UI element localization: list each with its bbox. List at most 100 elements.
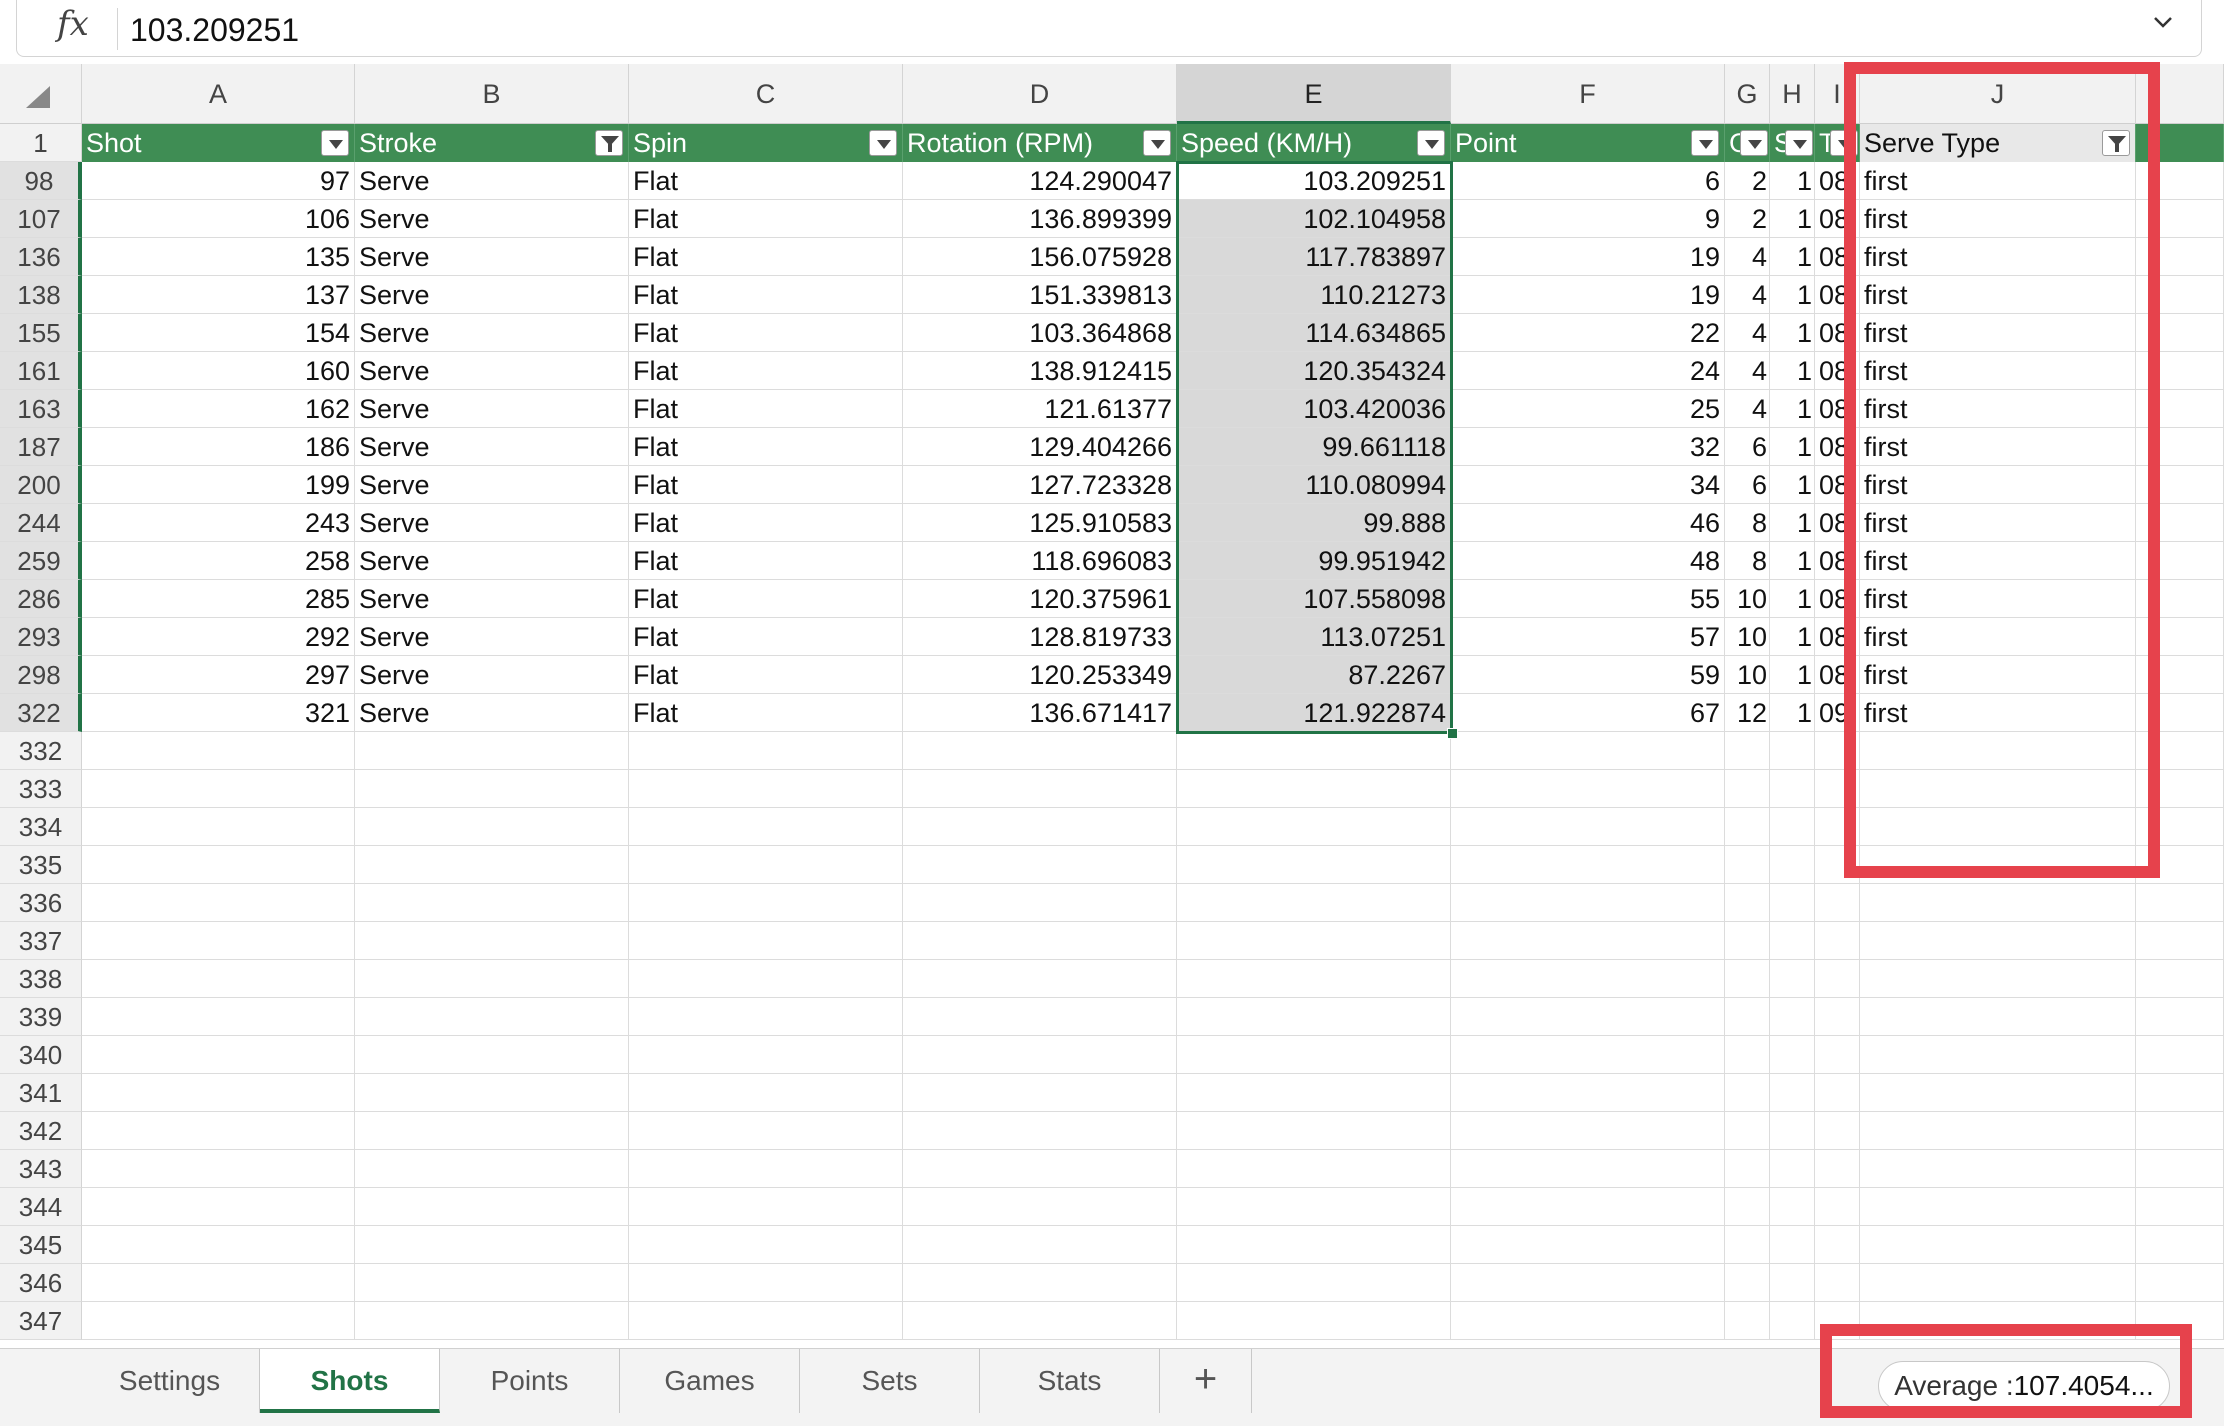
tab-games[interactable]: Games xyxy=(620,1349,800,1413)
cell-col-c[interactable]: Flat xyxy=(629,656,903,694)
cell-col-d[interactable] xyxy=(903,1112,1177,1150)
cell-col-a[interactable]: 297 xyxy=(82,656,355,694)
filter-dropdown-icon[interactable] xyxy=(1785,130,1813,156)
cell-col-b[interactable]: Serve xyxy=(355,580,629,618)
cell-col-h[interactable] xyxy=(1770,1264,1815,1302)
cell-col-j[interactable]: first xyxy=(1860,428,2136,466)
cell-col-j[interactable]: first xyxy=(1860,466,2136,504)
cell-col-i[interactable] xyxy=(1815,1112,1860,1150)
column-header-g[interactable]: G xyxy=(1725,64,1770,124)
cell-col-b[interactable] xyxy=(355,732,629,770)
cell-col-a[interactable]: 292 xyxy=(82,618,355,656)
cell-col-h[interactable]: 1 xyxy=(1770,238,1815,276)
row-header[interactable]: 345 xyxy=(0,1226,82,1264)
cell-col-d[interactable]: 127.723328 xyxy=(903,466,1177,504)
cell-col-i[interactable] xyxy=(1815,770,1860,808)
cell-col-b[interactable] xyxy=(355,1226,629,1264)
row-header[interactable]: 98 xyxy=(0,162,82,200)
cell-col-e[interactable] xyxy=(1177,998,1451,1036)
cell-col-g[interactable]: 2 xyxy=(1725,162,1770,200)
cell-col-i[interactable]: 08 xyxy=(1815,390,1860,428)
cell-col-g[interactable]: 10 xyxy=(1725,656,1770,694)
column-header-a[interactable]: A xyxy=(82,64,355,124)
cell-col-e[interactable] xyxy=(1177,1188,1451,1226)
cell-col-h[interactable] xyxy=(1770,770,1815,808)
cell-col-e[interactable] xyxy=(1177,1150,1451,1188)
cell-col-h[interactable]: 1 xyxy=(1770,542,1815,580)
cell-col-d[interactable]: 156.075928 xyxy=(903,238,1177,276)
header-cell-col-e[interactable]: Speed (KM/H) xyxy=(1177,124,1451,162)
chevron-down-icon[interactable] xyxy=(2153,12,2173,32)
cell-col-h[interactable]: 1 xyxy=(1770,694,1815,732)
cell-col-i[interactable] xyxy=(1815,884,1860,922)
cell-col-i[interactable] xyxy=(1815,732,1860,770)
cell-col-i[interactable]: 09 xyxy=(1815,694,1860,732)
row-header[interactable]: 187 xyxy=(0,428,82,466)
cell-col-e[interactable] xyxy=(1177,884,1451,922)
cell-col-c[interactable]: Flat xyxy=(629,694,903,732)
cell-col-h[interactable] xyxy=(1770,1150,1815,1188)
cell-extra[interactable] xyxy=(2136,428,2224,466)
cell-col-b[interactable] xyxy=(355,1264,629,1302)
column-header-f[interactable]: F xyxy=(1451,64,1725,124)
cell-col-d[interactable] xyxy=(903,1036,1177,1074)
cell-col-g[interactable]: 10 xyxy=(1725,618,1770,656)
row-header[interactable]: 336 xyxy=(0,884,82,922)
row-header[interactable]: 338 xyxy=(0,960,82,998)
cell-col-e[interactable]: 99.661118 xyxy=(1177,428,1451,466)
cell-extra[interactable] xyxy=(2136,922,2224,960)
cell-col-i[interactable] xyxy=(1815,998,1860,1036)
cell-col-g[interactable]: 4 xyxy=(1725,276,1770,314)
cell-extra[interactable] xyxy=(2136,732,2224,770)
cell-col-i[interactable] xyxy=(1815,1302,1860,1340)
cell-col-b[interactable] xyxy=(355,1112,629,1150)
cell-col-i[interactable] xyxy=(1815,1036,1860,1074)
cell-col-f[interactable]: 25 xyxy=(1451,390,1725,428)
cell-extra[interactable] xyxy=(2136,1264,2224,1302)
cell-col-e[interactable]: 120.354324 xyxy=(1177,352,1451,390)
cell-col-j[interactable] xyxy=(1860,1188,2136,1226)
cell-col-g[interactable] xyxy=(1725,770,1770,808)
cell-col-f[interactable] xyxy=(1451,922,1725,960)
cell-col-f[interactable]: 46 xyxy=(1451,504,1725,542)
row-header[interactable]: 344 xyxy=(0,1188,82,1226)
row-header[interactable]: 340 xyxy=(0,1036,82,1074)
cell-col-h[interactable]: 1 xyxy=(1770,466,1815,504)
cell-col-c[interactable] xyxy=(629,1264,903,1302)
cell-extra[interactable] xyxy=(2136,694,2224,732)
cell-col-d[interactable] xyxy=(903,884,1177,922)
cell-col-c[interactable] xyxy=(629,1036,903,1074)
cell-col-g[interactable] xyxy=(1725,1226,1770,1264)
cell-col-a[interactable]: 160 xyxy=(82,352,355,390)
cell-col-c[interactable]: Flat xyxy=(629,466,903,504)
cell-col-b[interactable] xyxy=(355,1188,629,1226)
filter-dropdown-icon[interactable] xyxy=(869,130,897,156)
cell-col-h[interactable] xyxy=(1770,998,1815,1036)
cell-col-a[interactable]: 162 xyxy=(82,390,355,428)
cell-col-i[interactable]: 08 xyxy=(1815,466,1860,504)
cell-col-h[interactable] xyxy=(1770,1074,1815,1112)
cell-extra[interactable] xyxy=(2136,580,2224,618)
column-header-e[interactable]: E xyxy=(1177,64,1451,124)
cell-col-a[interactable] xyxy=(82,884,355,922)
row-header[interactable]: 343 xyxy=(0,1150,82,1188)
header-cell-col-h[interactable]: S xyxy=(1770,124,1815,162)
cell-extra[interactable] xyxy=(2136,200,2224,238)
cell-col-d[interactable]: 128.819733 xyxy=(903,618,1177,656)
tab-settings[interactable]: Settings xyxy=(80,1349,260,1413)
cell-col-b[interactable]: Serve xyxy=(355,694,629,732)
cell-col-a[interactable]: 285 xyxy=(82,580,355,618)
cell-col-g[interactable] xyxy=(1725,960,1770,998)
cell-col-g[interactable]: 4 xyxy=(1725,238,1770,276)
cell-col-f[interactable]: 9 xyxy=(1451,200,1725,238)
cell-col-f[interactable]: 24 xyxy=(1451,352,1725,390)
cell-col-c[interactable] xyxy=(629,770,903,808)
cell-col-j[interactable] xyxy=(1860,846,2136,884)
column-header-d[interactable]: D xyxy=(903,64,1177,124)
cell-col-j[interactable] xyxy=(1860,808,2136,846)
cell-extra[interactable] xyxy=(2136,542,2224,580)
cell-col-b[interactable] xyxy=(355,1074,629,1112)
row-header[interactable]: 335 xyxy=(0,846,82,884)
column-header-extra[interactable] xyxy=(2136,64,2224,124)
header-cell-col-a[interactable]: Shot xyxy=(82,124,355,162)
